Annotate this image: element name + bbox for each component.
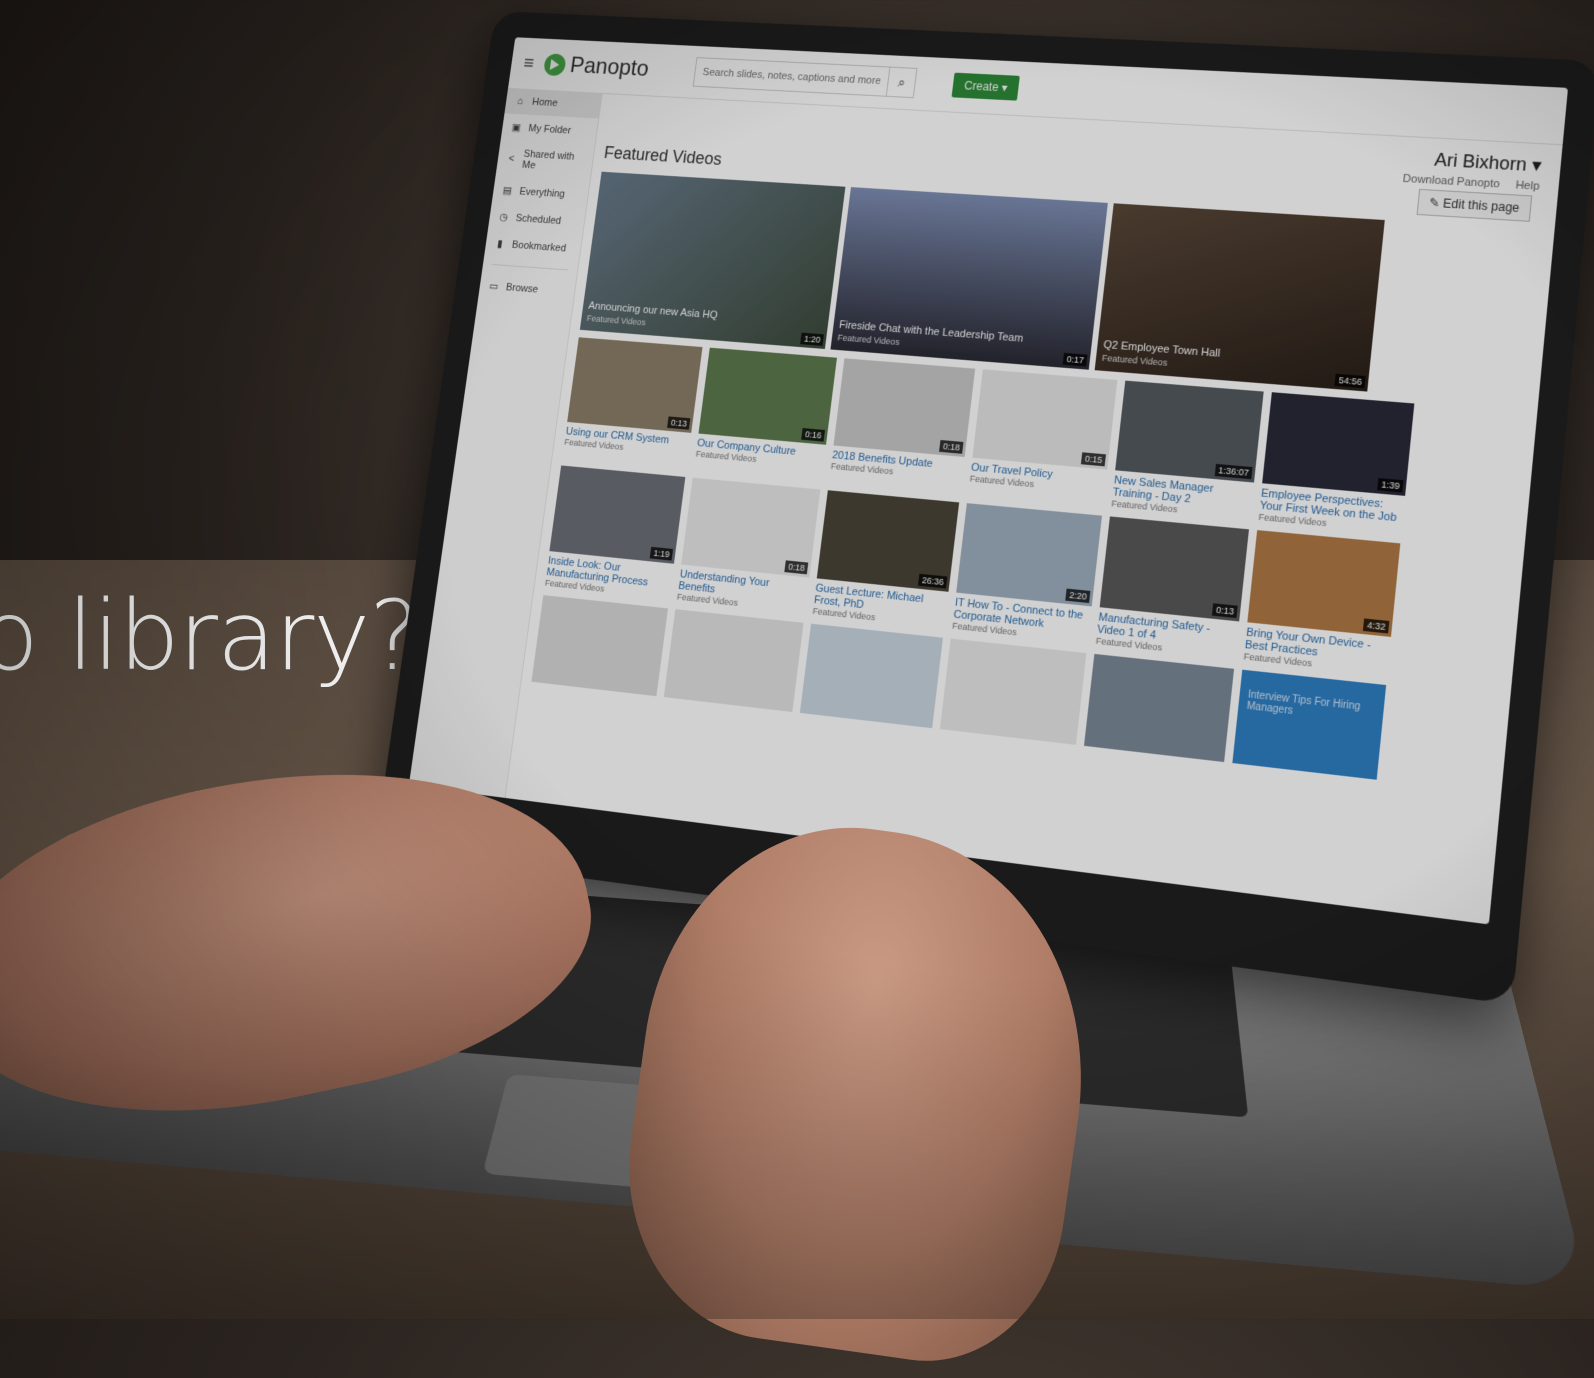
video-duration: 1:20	[800, 332, 824, 346]
video-tile[interactable]	[799, 623, 943, 729]
video-tile[interactable]: 0:15 Our Travel Policy Featured Videos	[968, 369, 1118, 507]
video-thumbnail: 0:13	[567, 337, 703, 433]
panopto-logo-mark-icon	[542, 53, 567, 77]
video-tile[interactable]: Interview Tips For Hiring Managers	[1232, 669, 1387, 780]
video-folder: Featured Videos	[586, 313, 647, 328]
featured-video-tile[interactable]: Fireside Chat with the Leadership Team F…	[830, 187, 1108, 370]
browse-folder-icon: ▭	[488, 280, 500, 293]
video-tile[interactable]: 0:16 Our Company Culture Featured Videos	[694, 347, 837, 482]
video-thumbnail: 2:20	[956, 503, 1102, 607]
edit-page-button[interactable]: ✎ Edit this page	[1416, 188, 1533, 222]
video-tile[interactable]: 2:20 IT How To - Connect to the Corporate…	[952, 503, 1102, 645]
video-thumbnail: 0:18	[833, 358, 976, 458]
video-thumbnail	[1083, 653, 1235, 763]
video-duration: 1:19	[650, 546, 674, 561]
video-duration: 0:18	[784, 560, 809, 575]
home-icon: ⌂	[516, 95, 524, 107]
video-thumbnail: Interview Tips For Hiring Managers	[1232, 669, 1387, 780]
sidebar-item-label: Everything	[518, 185, 566, 200]
video-tile[interactable]: 0:18 Understanding Your Benefits Featured …	[676, 477, 821, 615]
video-duration: 1:39	[1377, 478, 1404, 493]
video-folder: Featured Videos	[837, 332, 901, 347]
video-tile[interactable]: 0:13 Using our CRM System Featured Videos	[562, 337, 703, 469]
panopto-logo[interactable]: Panopto	[542, 51, 650, 82]
video-duration: 0:17	[1063, 352, 1088, 367]
bookmark-icon: ▮	[496, 238, 504, 250]
create-button-label: Create	[963, 78, 1000, 94]
brand-name: Panopto	[568, 52, 651, 82]
video-tile[interactable]: 0:13 Manufacturing Safety - Video 1 of 4F…	[1095, 516, 1249, 660]
video-tile[interactable]: 1:19 Inside Look: Our Manufacturing Proce…	[544, 465, 686, 600]
video-duration: 2:20	[1065, 588, 1091, 604]
video-duration: 0:15	[1081, 452, 1106, 467]
video-tile[interactable]	[531, 595, 669, 697]
featured-video-tile[interactable]: Announcing our new Asia HQ Featured Vide…	[579, 171, 846, 350]
headline-text: o library?	[0, 580, 420, 692]
video-thumbnail: 4:32	[1247, 530, 1401, 637]
video-thumbnail: 1:19	[549, 465, 686, 564]
library-icon: ▤	[502, 185, 513, 197]
tile-caption: Interview Tips For Hiring Managers	[1246, 689, 1361, 718]
video-thumbnail: 0:16	[698, 347, 837, 445]
user-name: Ari Bixhorn	[1433, 149, 1528, 175]
video-tile[interactable]: 4:32 Bring Your Own Device - Best Practic…	[1243, 530, 1401, 677]
folder-icon: ▣	[511, 122, 522, 134]
video-duration: 26:36	[918, 573, 948, 589]
search-icon[interactable]: ⌕	[885, 67, 917, 98]
video-thumbnail	[531, 595, 669, 697]
video-tile[interactable]	[1083, 653, 1235, 763]
search-input[interactable]	[694, 66, 889, 88]
video-duration: 0:13	[667, 416, 691, 430]
sidebar-item-shared[interactable]: < Shared with Me	[496, 140, 595, 182]
share-icon: <	[507, 153, 515, 165]
video-tile[interactable]	[663, 609, 804, 712]
video-tile[interactable]: 26:36 Guest Lecture: Michael Frost, PhD Fe…	[812, 490, 960, 630]
video-thumbnail: 0:13	[1099, 516, 1249, 622]
video-duration: 0:18	[939, 440, 964, 454]
video-duration: 0:16	[801, 428, 826, 442]
sidebar-item-label: Browse	[505, 281, 539, 295]
sidebar-item-label: Scheduled	[515, 212, 562, 227]
sidebar-item-label: Home	[531, 96, 559, 109]
video-thumbnail: 26:36	[816, 490, 960, 592]
sidebar-item-label: Bookmarked	[511, 238, 567, 254]
video-tile[interactable]: 1:36:07 New Sales Manager Training - Day …	[1111, 380, 1264, 522]
video-thumbnail: 0:18	[681, 477, 821, 578]
video-thumbnail: 0:15	[972, 369, 1118, 470]
video-tile[interactable]: 0:18 2018 Benefits Update Featured Videos	[829, 358, 976, 494]
sidebar-item-label: My Folder	[527, 122, 572, 136]
edit-page-label: Edit this page	[1442, 196, 1521, 216]
featured-video-tile[interactable]: Q2 Employee Town Hall Featured Videos 54…	[1094, 203, 1385, 392]
video-tile[interactable]	[939, 638, 1087, 745]
video-duration: 4:32	[1363, 618, 1390, 634]
sidebar-item-browse[interactable]: ▭ Browse	[478, 272, 576, 306]
video-grid: Announcing our new Asia HQ Featured Vide…	[531, 171, 1543, 793]
laptop-screen: ≡ Panopto ⌕ Create ▾ Ari Bixhorn ▾ Downl…	[408, 37, 1569, 925]
video-tile[interactable]: 1:39 Employee Perspectives: Your First We…	[1258, 392, 1415, 535]
video-duration: 54:56	[1334, 373, 1366, 389]
video-thumbnail	[663, 609, 804, 712]
video-thumbnail	[939, 638, 1087, 745]
video-thumbnail: 1:39	[1262, 392, 1415, 496]
video-duration: 0:13	[1212, 603, 1238, 619]
video-thumbnail	[799, 623, 943, 729]
hamburger-menu-icon[interactable]: ≡	[522, 53, 535, 74]
video-thumbnail: 1:36:07	[1115, 380, 1264, 483]
sidebar-divider	[491, 263, 569, 271]
clock-icon: ◷	[498, 211, 509, 224]
sidebar-item-bookmarked[interactable]: ▮ Bookmarked	[484, 229, 582, 262]
video-duration: 1:36:07	[1214, 463, 1253, 480]
search-box: ⌕	[692, 57, 918, 99]
create-button[interactable]: Create ▾	[951, 72, 1021, 101]
main-content: Featured Videos ✎ Edit this page Announc…	[515, 125, 1549, 923]
sidebar-item-label: Shared with Me	[521, 148, 576, 172]
